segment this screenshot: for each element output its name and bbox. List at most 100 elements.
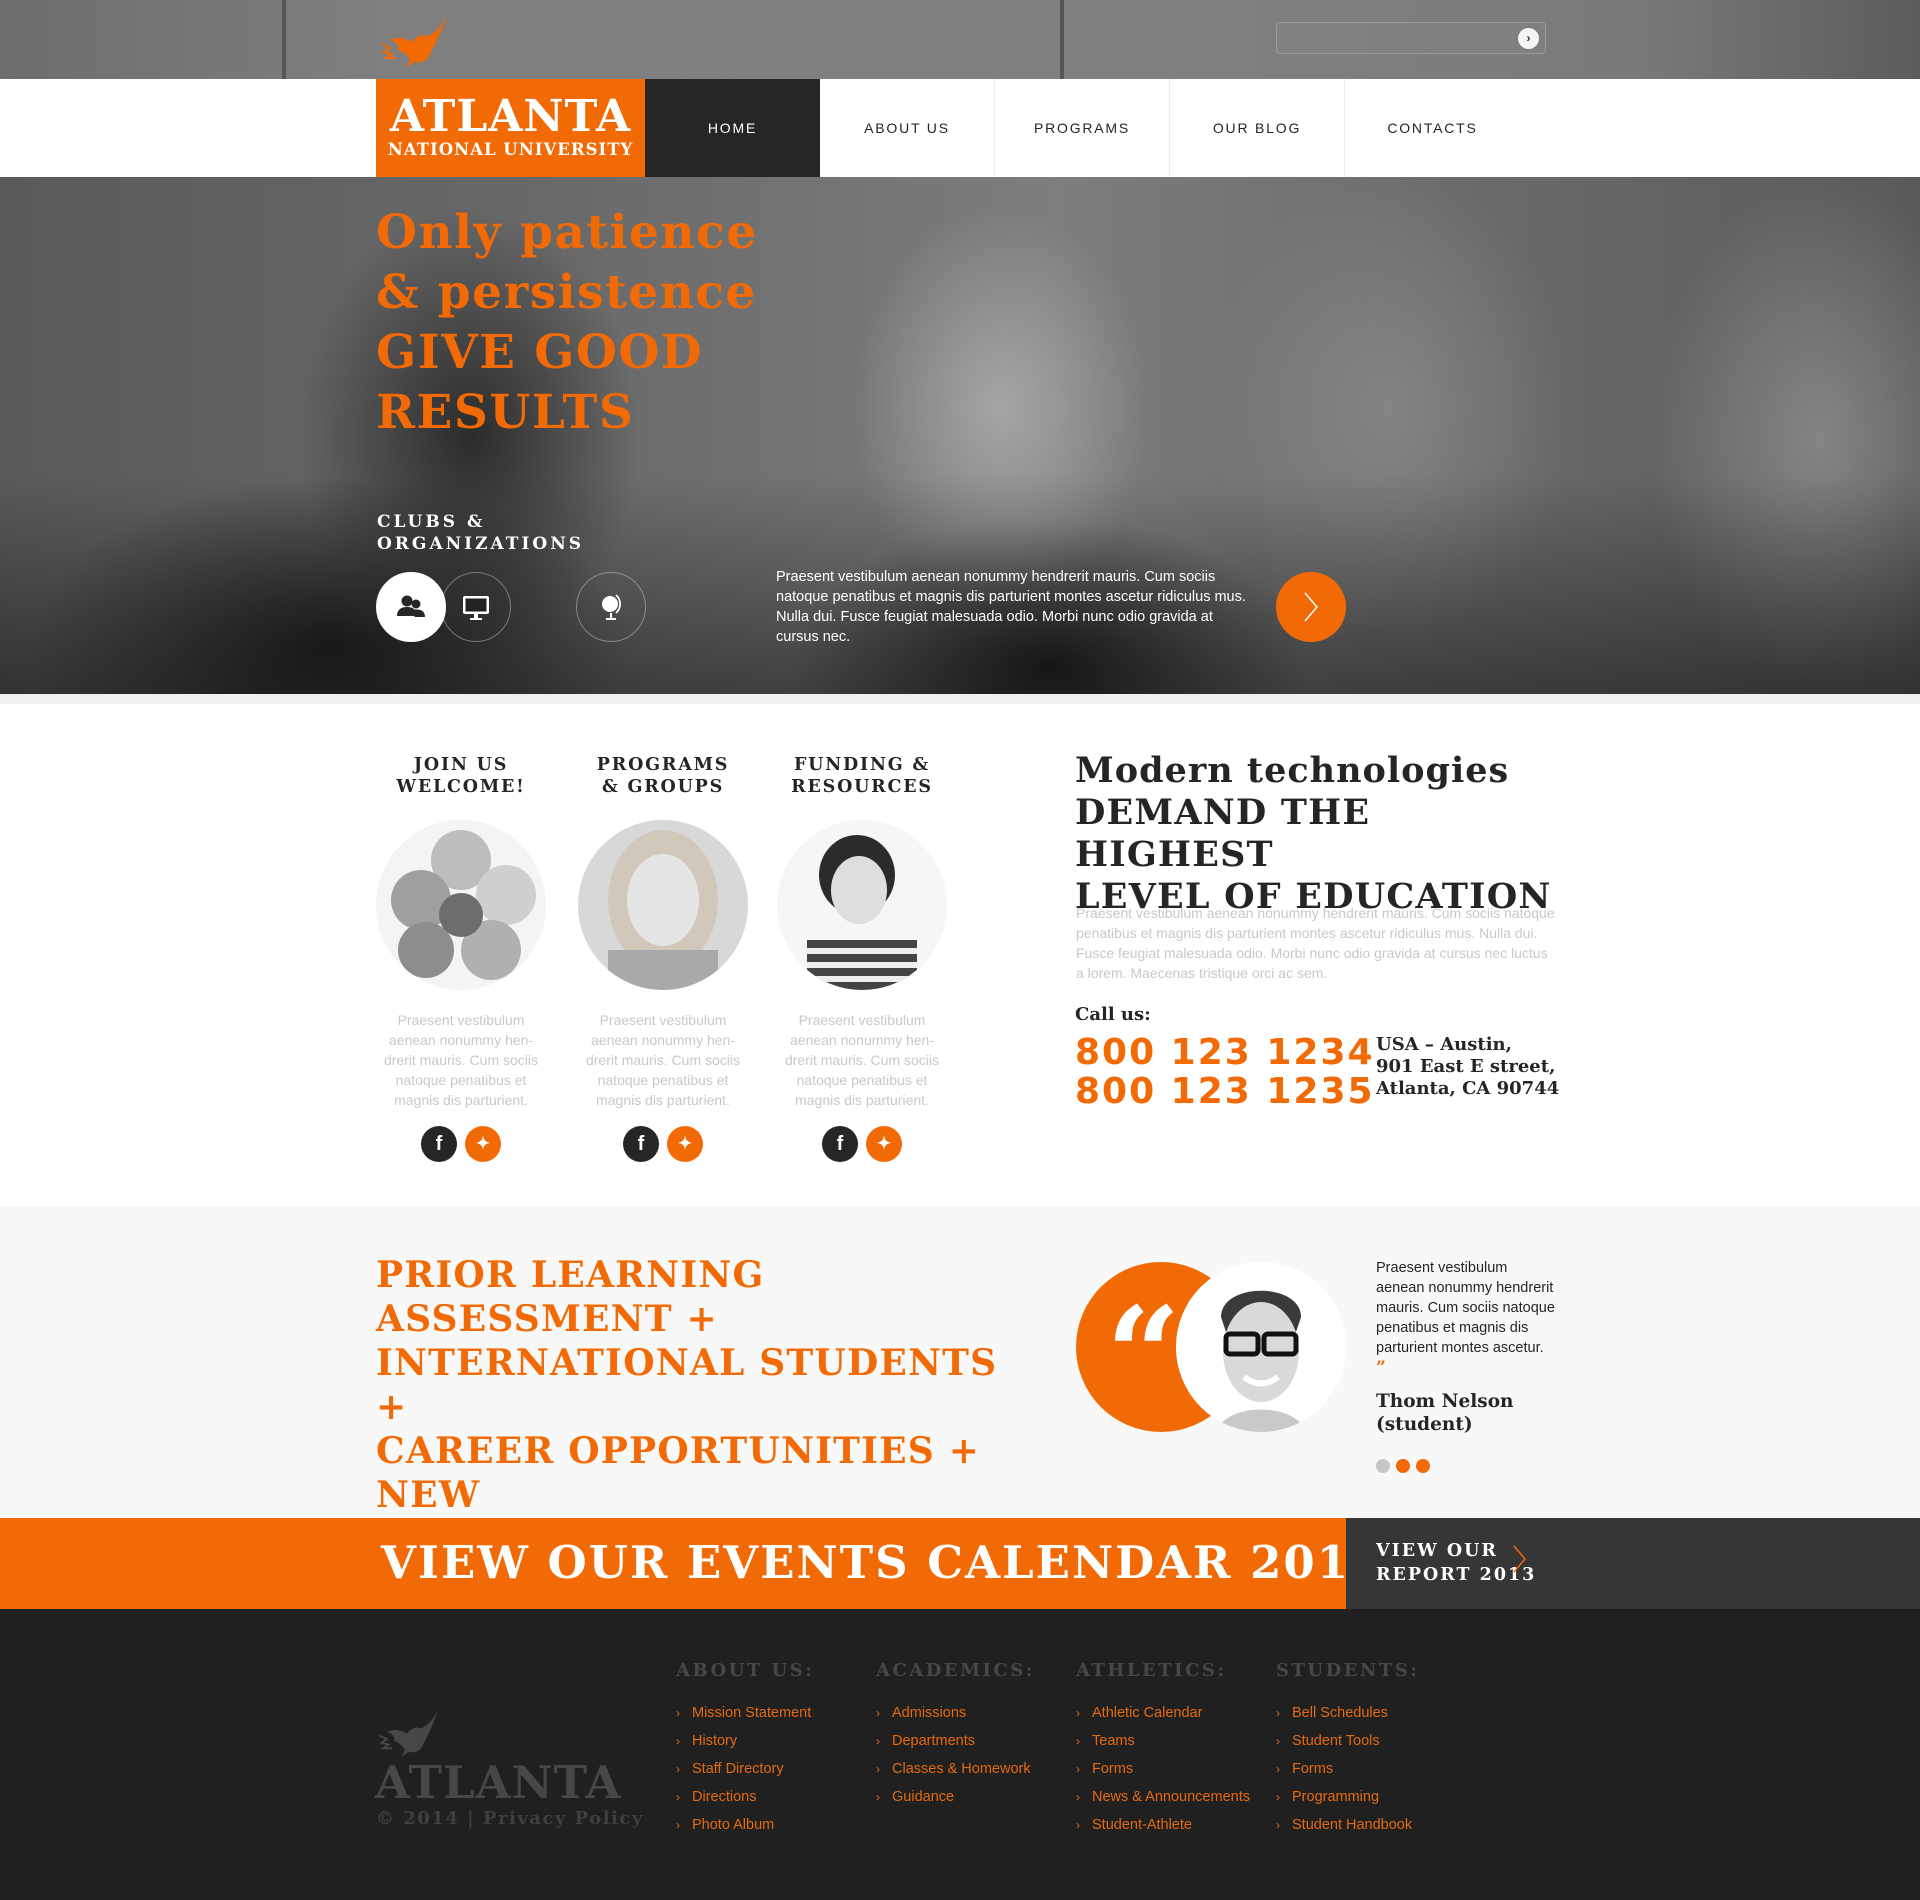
- chevron-right-icon: ›: [1276, 1790, 1280, 1804]
- footer-link[interactable]: › History: [676, 1727, 814, 1755]
- footer-link[interactable]: › Admissions: [876, 1699, 1035, 1727]
- programs-line: INTERNATIONAL STUDENTS +: [376, 1342, 998, 1428]
- site-logo[interactable]: ATLANTA NATIONAL UNIVERSITY: [376, 79, 645, 177]
- footer-link[interactable]: › Departments: [876, 1727, 1035, 1755]
- chevron-right-icon: ›: [676, 1734, 680, 1748]
- social-links: f ✦: [762, 1126, 962, 1162]
- chevron-right-icon: ›: [676, 1818, 680, 1832]
- search-input[interactable]: [1285, 27, 1505, 49]
- twitter-icon: ✦: [677, 1134, 693, 1153]
- chevron-right-icon: ›: [1076, 1734, 1080, 1748]
- twitter-button[interactable]: ✦: [465, 1126, 501, 1162]
- footer-link[interactable]: › Student Tools: [1276, 1727, 1419, 1755]
- clubs-title: CLUBS & ORGANIZATIONS: [377, 511, 584, 555]
- background-detail: [1060, 0, 1064, 79]
- view-report-button[interactable]: VIEW OUR REPORT 2013: [1346, 1518, 1920, 1609]
- chevron-right-icon: ›: [1276, 1818, 1280, 1832]
- search-submit-button[interactable]: ›: [1518, 28, 1539, 49]
- address-line-1: USA – Austin,: [1376, 1034, 1512, 1055]
- footer-link[interactable]: › Bell Schedules: [1276, 1699, 1419, 1727]
- feature-photo-group[interactable]: [376, 820, 546, 990]
- nav-programs[interactable]: PROGRAMS: [995, 79, 1170, 177]
- nav-about-us[interactable]: ABOUT US: [820, 79, 995, 177]
- footer-column-athletics: ATHLETICS: › Athletic Calendar › Teams › Fo…: [1076, 1659, 1250, 1839]
- footer-link[interactable]: › Forms: [1276, 1755, 1419, 1783]
- chevron-right-icon: ›: [876, 1762, 880, 1776]
- footer-link[interactable]: › Forms: [1076, 1755, 1250, 1783]
- footer-column-heading: ACADEMICS:: [876, 1660, 1035, 1681]
- hero-description: Praesent vestibulum aenean nonummy hendr…: [776, 569, 1246, 645]
- footer-link-label: Forms: [1092, 1761, 1134, 1777]
- hero-headline-line-3: GIVE GOOD: [376, 325, 704, 380]
- footer-link[interactable]: › Photo Album: [676, 1811, 814, 1839]
- twitter-button[interactable]: ✦: [866, 1126, 902, 1162]
- social-links: f ✦: [563, 1126, 763, 1162]
- modern-tech-heading: Modern technologies DEMAND THE HIGHEST L…: [1075, 750, 1555, 918]
- hero-next-button[interactable]: [1276, 572, 1346, 642]
- feature-photo-student[interactable]: [578, 820, 748, 990]
- logo-subtitle: NATIONAL UNIVERSITY: [387, 140, 634, 159]
- privacy-policy-link[interactable]: Privacy Policy: [483, 1808, 644, 1829]
- chevron-right-icon: ›: [1076, 1818, 1080, 1832]
- twitter-button[interactable]: ✦: [667, 1126, 703, 1162]
- footer-column-heading: STUDENTS:: [1276, 1660, 1420, 1681]
- nav-contacts[interactable]: CONTACTS: [1345, 79, 1520, 177]
- footer-link-label: Teams: [1092, 1733, 1135, 1749]
- slider-dot-2[interactable]: [1396, 1459, 1410, 1473]
- nav-our-blog[interactable]: OUR BLOG: [1170, 79, 1345, 177]
- search-box: ›: [1276, 22, 1546, 54]
- footer-link-label: Student Tools: [1292, 1733, 1380, 1749]
- eagle-logo-icon: [379, 1706, 440, 1758]
- chevron-right-icon: [1304, 592, 1318, 622]
- footer-link[interactable]: › Mission Statement: [676, 1699, 814, 1727]
- footer-link-label: History: [692, 1733, 738, 1749]
- eagle-logo-icon[interactable]: [378, 10, 462, 70]
- footer-link[interactable]: › Staff Directory: [676, 1755, 814, 1783]
- group-photo-image: [376, 820, 546, 990]
- footer-link-label: Athletic Calendar: [1092, 1705, 1203, 1721]
- feature-title-line-2: & GROUPS: [601, 777, 725, 797]
- testimonial-quote: Praesent vestibulum aenean nonummy hendr…: [1376, 1258, 1556, 1379]
- feature-title: PROGRAMS & GROUPS: [563, 754, 763, 798]
- footer-link[interactable]: › Directions: [676, 1783, 814, 1811]
- modern-tech-description: Praesent vestibulum aenean nonummy hendr…: [1076, 905, 1555, 981]
- clubs-title-line-2: ORGANIZATIONS: [377, 534, 585, 554]
- footer-link[interactable]: › Student Handbook: [1276, 1811, 1419, 1839]
- club-globe-button[interactable]: [576, 572, 646, 642]
- footer-link[interactable]: › Athletic Calendar: [1076, 1699, 1250, 1727]
- facebook-button[interactable]: f: [822, 1126, 858, 1162]
- events-calendar-button[interactable]: VIEW OUR EVENTS CALENDAR 2014: [0, 1518, 1381, 1609]
- hero-headline-line-1: Only patience: [376, 205, 758, 260]
- feature-title-line-1: PROGRAMS: [596, 755, 730, 775]
- footer-link[interactable]: › Student-Athlete: [1076, 1811, 1250, 1839]
- chevron-right-icon: ›: [876, 1706, 880, 1720]
- call-us-label: Call us:: [1075, 1004, 1151, 1025]
- author-role: (student): [1376, 1414, 1473, 1435]
- footer-column-academics: ACADEMICS: › Admissions › Departments › Cla…: [876, 1659, 1035, 1811]
- testimonial-author: Thom Nelson (student): [1376, 1390, 1514, 1436]
- address-line-3: Atlanta, CA 90744: [1376, 1078, 1560, 1099]
- footer-link[interactable]: › Teams: [1076, 1727, 1250, 1755]
- facebook-button[interactable]: f: [623, 1126, 659, 1162]
- phone-number-2[interactable]: 800 123 1235: [1075, 1072, 1375, 1112]
- phone-number-1[interactable]: 800 123 1234: [1075, 1033, 1375, 1073]
- feature-title: JOIN US WELCOME!: [361, 754, 561, 798]
- chevron-right-icon: ›: [876, 1734, 880, 1748]
- slider-dot-1[interactable]: [1376, 1459, 1390, 1473]
- facebook-button[interactable]: f: [421, 1126, 457, 1162]
- footer-link[interactable]: › Classes & Homework: [876, 1755, 1035, 1783]
- footer-link-label: Student-Athlete: [1092, 1817, 1192, 1833]
- club-users-button[interactable]: [376, 572, 446, 642]
- footer-link[interactable]: › Guidance: [876, 1783, 1035, 1811]
- footer-link[interactable]: › News & Announcements: [1076, 1783, 1250, 1811]
- footer-link[interactable]: › Programming: [1276, 1783, 1419, 1811]
- chevron-right-icon: ›: [1276, 1734, 1280, 1748]
- nav-home[interactable]: HOME: [645, 79, 820, 177]
- footer-column-about: ABOUT US: › Mission Statement › History › S…: [676, 1659, 814, 1839]
- club-technology-button[interactable]: [441, 572, 511, 642]
- chevron-right-icon: ›: [1076, 1762, 1080, 1776]
- slider-dot-3[interactable]: [1416, 1459, 1430, 1473]
- feature-join-us: JOIN US WELCOME! Praesent vestibulum aen…: [361, 754, 561, 1162]
- feature-photo-woman[interactable]: [777, 820, 947, 990]
- testimonial-avatar: [1176, 1262, 1346, 1432]
